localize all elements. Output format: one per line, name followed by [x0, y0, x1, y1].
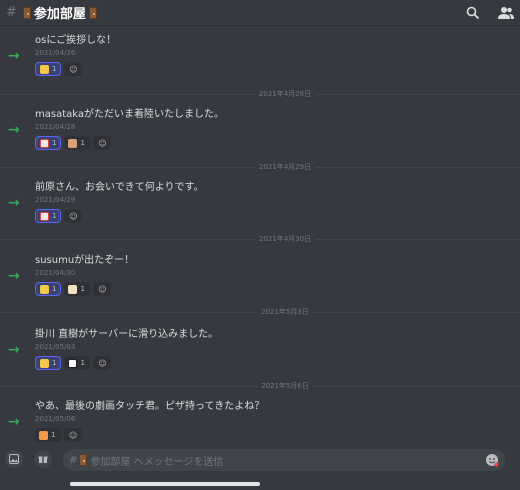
reaction-bar: 1 1 ☺ [35, 356, 112, 370]
join-arrow-icon: → [8, 414, 20, 430]
join-arrow-icon: → [8, 122, 20, 138]
message-date: 2021/05/03 [35, 343, 76, 351]
hash-icon: # [69, 454, 78, 466]
add-reaction-button[interactable]: ☺ [64, 209, 83, 223]
message-date: 2021/05/06 [35, 415, 76, 423]
divider-label: 2021年4月29日 [254, 162, 316, 172]
reaction-bar: 1 ☺ [35, 209, 83, 223]
figure-emoji-icon [68, 284, 78, 294]
date-divider: 2021年4月29日 [0, 161, 520, 173]
reaction-count: 1 [80, 285, 85, 293]
date-divider: 2021年5月3日 [0, 306, 520, 318]
system-message: → 前原さん、お会いできて何よりです。 2021/04/29 1 ☺ [0, 175, 520, 233]
reaction-bar: 1 1 ☺ [35, 282, 112, 296]
reaction[interactable]: 1 [35, 356, 62, 370]
sticker-emoji-icon [40, 138, 49, 148]
message-text: susumuが出たぞー！ [35, 255, 135, 266]
reaction[interactable]: 1 [64, 136, 91, 150]
join-arrow-icon: → [8, 195, 20, 211]
reaction-count: 1 [51, 431, 56, 439]
reaction[interactable]: 1 [35, 136, 62, 150]
system-message: → susumuが出たぞー！ 2021/04/30 1 1 ☺ [0, 248, 520, 306]
figure-emoji-icon [68, 138, 78, 148]
gift-icon [38, 456, 48, 463]
divider-label: 2021年4月30日 [254, 234, 316, 244]
hash-icon: # [6, 5, 17, 20]
wave-emoji-icon [40, 358, 49, 368]
add-reaction-button[interactable]: ☺ [64, 62, 83, 76]
reaction[interactable]: 1 [64, 356, 91, 370]
door-emoji-icon [88, 6, 97, 19]
members-icon[interactable] [498, 5, 514, 19]
message-text: 前原さん、お会いできて何よりです。 [35, 182, 204, 193]
reaction-count: 1 [52, 212, 57, 220]
reaction[interactable]: 1 [35, 282, 62, 296]
channel-header: # 参加部屋 [0, 0, 520, 26]
add-reaction-button[interactable]: ☺ [93, 136, 112, 150]
message-input-placeholder: 参加部屋 へメッセージを送信 [90, 456, 224, 468]
reaction[interactable]: 1 [35, 428, 61, 442]
reaction-bar: 1 ☺ [35, 62, 83, 76]
join-arrow-icon: → [8, 268, 20, 284]
date-divider: 2021年5月6日 [0, 380, 520, 392]
message-feed[interactable]: → osにご挨拶しな！ 2021/04/26 1 ☺ 2021年4月28日 → … [0, 26, 520, 444]
date-divider: 2021年4月28日 [0, 88, 520, 100]
message-text: masatakaがただいま着陸いたしました。 [35, 109, 224, 120]
reaction-count: 1 [52, 139, 57, 147]
system-message: → やあ、最後の劇画タッチ君。ピザ持ってきたよね？ 2021/05/06 1 ☺ [0, 394, 520, 444]
wave-emoji-icon [40, 284, 49, 294]
reaction-bar: 1 1 ☺ [35, 136, 112, 150]
reaction-count: 1 [52, 65, 57, 73]
search-icon[interactable] [466, 5, 480, 20]
message-text: やあ、最後の劇画タッチ君。ピザ持ってきたよね？ [35, 401, 265, 412]
join-arrow-icon: → [8, 48, 20, 64]
pizza-emoji-icon [39, 430, 48, 440]
add-reaction-button[interactable]: ☺ [93, 282, 112, 296]
add-reaction-button[interactable]: ☺ [93, 356, 112, 370]
composer-bar: # 参加部屋 へメッセージを送信 [0, 444, 520, 490]
reaction[interactable]: 1 [64, 282, 91, 296]
reaction-count: 1 [52, 359, 57, 367]
message-text: 掛川 直樹がサーバーに滑り込みました。 [35, 329, 219, 340]
emoji-picker-icon[interactable] [485, 453, 499, 467]
wave-emoji-icon [40, 64, 49, 74]
home-indicator [70, 482, 260, 486]
reaction[interactable]: 1 [35, 209, 62, 223]
system-message: → osにご挨拶しな！ 2021/04/26 1 ☺ [0, 28, 520, 86]
message-date: 2021/04/26 [35, 49, 76, 57]
reaction-count: 1 [80, 139, 85, 147]
divider-label: 2021年4月28日 [254, 89, 316, 99]
message-text: osにご挨拶しな！ [35, 35, 117, 46]
portrait-emoji-icon [68, 358, 78, 368]
message-date: 2021/04/28 [35, 123, 76, 131]
reaction[interactable]: 1 [35, 62, 62, 76]
door-emoji-icon [22, 6, 31, 19]
message-date: 2021/04/30 [35, 269, 76, 277]
join-arrow-icon: → [8, 342, 20, 358]
message-input[interactable]: # 参加部屋 へメッセージを送信 [63, 449, 505, 471]
reaction-count: 1 [80, 359, 85, 367]
date-divider: 2021年4月30日 [0, 233, 520, 245]
door-emoji-icon [79, 454, 88, 466]
sticker-emoji-icon [40, 211, 49, 221]
message-date: 2021/04/29 [35, 196, 76, 204]
system-message: → masatakaがただいま着陸いたしました。 2021/04/28 1 1 … [0, 102, 520, 160]
system-message: → 掛川 直樹がサーバーに滑り込みました。 2021/05/03 1 1 ☺ [0, 322, 520, 380]
image-upload-button[interactable] [5, 450, 23, 468]
channel-title: 参加部屋 [33, 7, 86, 22]
divider-label: 2021年5月6日 [257, 381, 313, 391]
add-reaction-button[interactable]: ☺ [64, 428, 82, 442]
gift-button[interactable] [34, 450, 52, 468]
image-icon [9, 454, 19, 464]
reaction-count: 1 [52, 285, 57, 293]
reaction-bar: 1 ☺ [35, 428, 82, 442]
divider-label: 2021年5月3日 [257, 307, 313, 317]
